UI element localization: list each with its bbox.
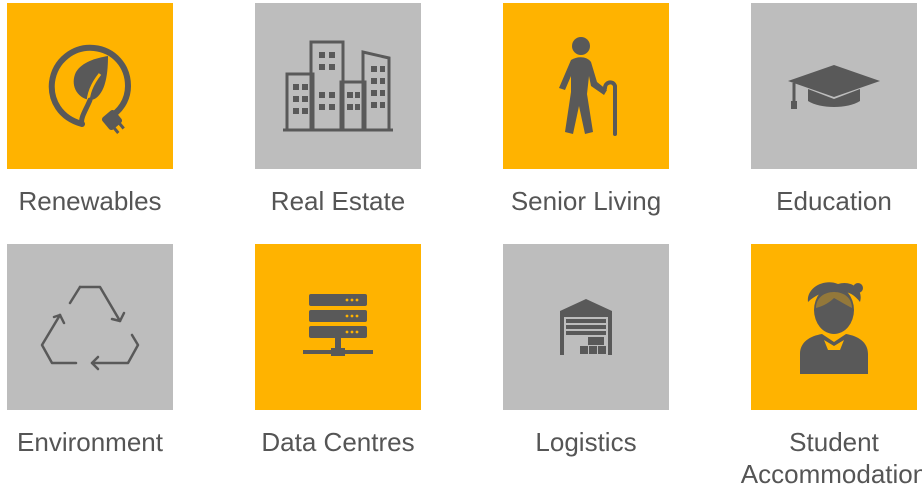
elderly-person-icon <box>559 37 617 136</box>
sector-label: Renewables <box>18 186 162 216</box>
sector-card-data-centres[interactable]: Data Centres <box>255 244 421 458</box>
sector-card-education[interactable]: Education <box>751 3 917 217</box>
sector-label: Real Estate <box>270 186 406 216</box>
recycle-icon <box>40 285 140 371</box>
sector-card-student-accommodation[interactable]: Student Accommodation <box>741 244 922 490</box>
sector-card-renewables[interactable]: Renewables <box>7 3 173 217</box>
student-icon <box>800 282 868 374</box>
sector-card-environment[interactable]: Environment <box>7 244 173 458</box>
sector-card-logistics[interactable]: Logistics <box>503 244 669 458</box>
sector-tile[interactable] <box>255 244 421 410</box>
sector-label: Senior Living <box>510 186 662 216</box>
sector-card-real-estate[interactable]: Real Estate <box>255 3 421 217</box>
sector-tile[interactable] <box>751 3 917 169</box>
sector-label: Student Accommodation <box>740 427 922 489</box>
sector-tile[interactable] <box>255 3 421 169</box>
buildings-icon <box>283 40 393 132</box>
sector-label: Data Centres <box>261 427 415 457</box>
server-stack-icon <box>303 294 373 356</box>
sector-label: Logistics <box>535 427 637 457</box>
sector-label: Environment <box>17 427 163 457</box>
sector-tile[interactable] <box>751 244 917 410</box>
graduation-cap-icon <box>788 65 880 109</box>
sector-label: Education <box>776 186 892 216</box>
sector-tile[interactable] <box>7 3 173 169</box>
warehouse-icon <box>560 299 612 355</box>
sector-tile[interactable] <box>503 3 669 169</box>
sector-card-senior-living[interactable]: Senior Living <box>503 3 669 217</box>
sector-tile[interactable] <box>7 244 173 410</box>
sector-tile[interactable] <box>503 244 669 410</box>
leaf-plug-icon <box>48 44 132 134</box>
